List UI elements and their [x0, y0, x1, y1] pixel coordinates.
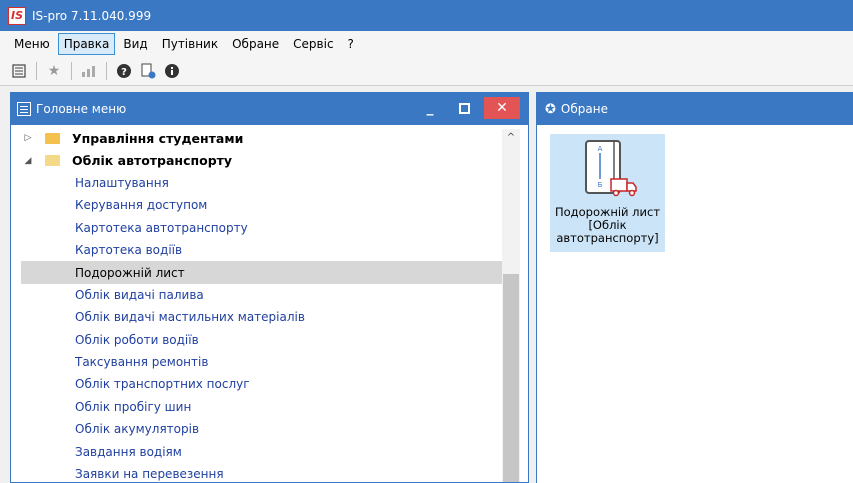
- tree-item[interactable]: Облік видачі палива: [21, 284, 513, 306]
- chart-icon[interactable]: [80, 62, 98, 80]
- scroll-up-icon[interactable]: ^: [502, 129, 520, 145]
- maximize-button[interactable]: [450, 97, 478, 119]
- toolbar-separator: [36, 61, 37, 80]
- menu-item-help[interactable]: ?: [342, 33, 360, 55]
- menu-item-service[interactable]: Сервіс: [287, 33, 339, 55]
- app-title: IS-pro 7.11.040.999: [32, 8, 152, 23]
- tree-item[interactable]: Завдання водіям: [21, 440, 513, 462]
- tree-item[interactable]: Облік роботи водіїв: [21, 329, 513, 351]
- menu-item-edit[interactable]: Правка: [57, 32, 116, 55]
- main-menu-panel: Головне меню _ ✕ ▷ Управління студентами…: [10, 92, 529, 483]
- chevron-right-icon[interactable]: ▷: [21, 133, 35, 143]
- favorites-panel: ✪ Обране А Б Подорожній лист [Облік авто…: [536, 92, 853, 483]
- vertical-scrollbar[interactable]: ^: [502, 129, 520, 482]
- svg-text:?: ?: [121, 67, 127, 78]
- tree-item[interactable]: Облік видачі мастильних матеріалів: [21, 306, 513, 328]
- tree-folder-students[interactable]: ▷ Управління студентами: [21, 127, 513, 149]
- close-button[interactable]: ✕: [484, 97, 520, 119]
- star-icon[interactable]: ★: [45, 62, 63, 80]
- tree-item[interactable]: Картотека автотранспорту: [21, 217, 513, 239]
- route-start-label: А: [597, 145, 602, 153]
- scroll-thumb[interactable]: [503, 274, 519, 482]
- main-menu-header: Головне меню _ ✕: [11, 93, 528, 125]
- tree-item[interactable]: Картотека водіїв: [21, 239, 513, 261]
- tree-item[interactable]: Таксування ремонтів: [21, 351, 513, 373]
- tree-item[interactable]: Заявки на перевезення: [21, 463, 513, 482]
- favorites-star-icon: ✪: [545, 101, 556, 117]
- tree-folder-vehicles[interactable]: ◢ Облік автотранспорту: [21, 149, 513, 171]
- menu-list-icon: [17, 102, 31, 116]
- main-menu-title: Головне меню: [36, 102, 127, 116]
- help-icon[interactable]: ?: [115, 62, 133, 80]
- toolbar: ★ ?: [0, 56, 853, 86]
- info-icon[interactable]: [163, 62, 181, 80]
- menu-item-menu[interactable]: Меню: [8, 33, 56, 55]
- document-info-icon[interactable]: [139, 62, 157, 80]
- tree-item[interactable]: Облік акумуляторів: [21, 418, 513, 440]
- menu-item-favorites[interactable]: Обране: [226, 33, 285, 55]
- main-menu-tree: ▷ Управління студентами ◢ Облік автотран…: [21, 127, 513, 482]
- toolbar-separator: [71, 61, 72, 80]
- main-menu-icon[interactable]: [10, 62, 28, 80]
- menu-item-guide[interactable]: Путівник: [156, 33, 224, 55]
- title-bar: IS IS-pro 7.11.040.999: [0, 0, 853, 31]
- folder-open-icon: [45, 155, 60, 167]
- tree-item[interactable]: Керування доступом: [21, 194, 513, 216]
- favorites-header: ✪ Обране: [537, 93, 853, 125]
- toolbar-separator: [106, 61, 107, 80]
- tree-item-selected[interactable]: Подорожній лист: [21, 261, 513, 284]
- minimize-button[interactable]: _: [416, 97, 444, 119]
- favorite-label-line3: автотранспорту]: [556, 231, 659, 245]
- folder-icon: [45, 132, 60, 144]
- chevron-down-icon[interactable]: ◢: [21, 156, 35, 166]
- favorites-title: Обране: [560, 102, 608, 116]
- app-logo-icon: IS: [8, 6, 26, 25]
- menu-item-view[interactable]: Вид: [117, 33, 153, 55]
- favorite-item-waybill[interactable]: А Б Подорожній лист [Облік автотранспорт…: [550, 134, 665, 252]
- tree-item[interactable]: Облік пробігу шин: [21, 396, 513, 418]
- route-end-label: Б: [597, 181, 602, 189]
- tree-item[interactable]: Налаштування: [21, 172, 513, 194]
- menu-bar: Меню Правка Вид Путівник Обране Сервіс ?: [0, 31, 853, 56]
- waybill-document-icon: А Б: [578, 139, 638, 203]
- tree-item[interactable]: Облік транспортних послуг: [21, 373, 513, 395]
